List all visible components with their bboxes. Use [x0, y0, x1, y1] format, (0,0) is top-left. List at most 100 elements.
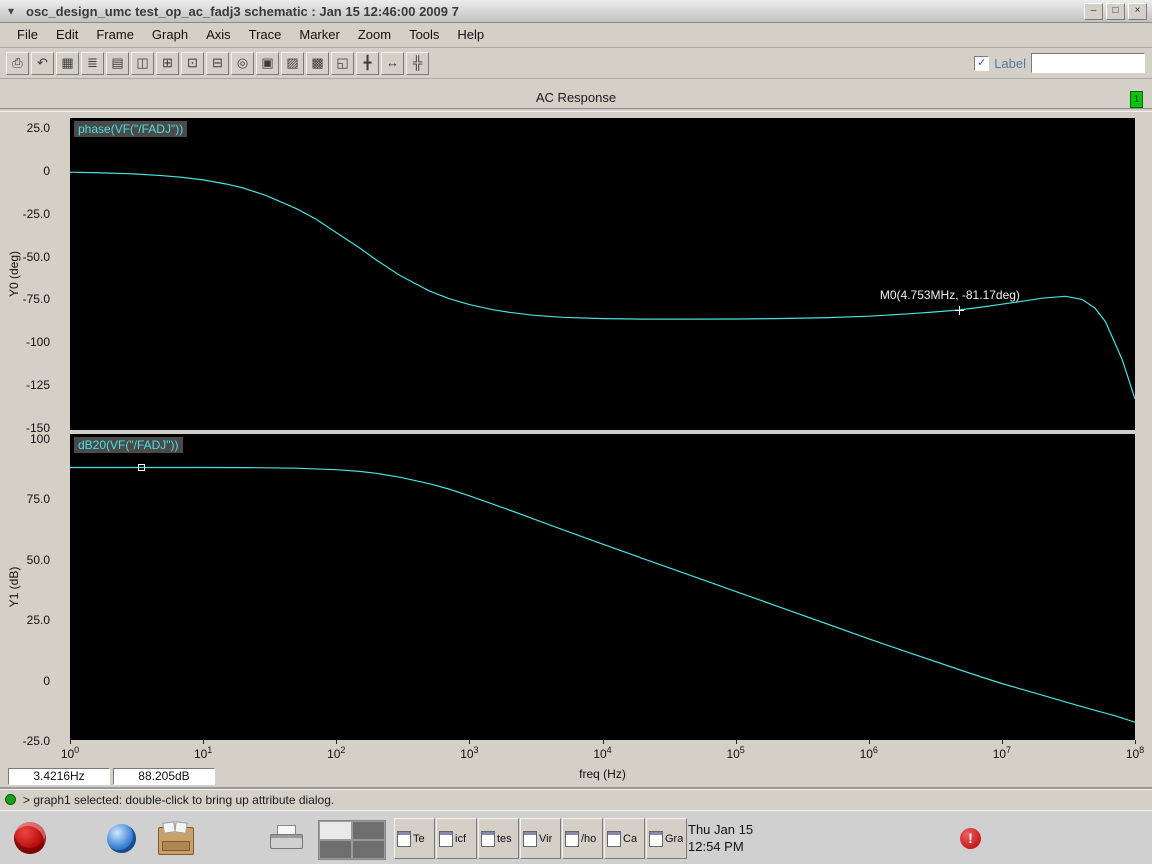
window-icon [649, 830, 663, 847]
x-tick-mark [70, 740, 71, 744]
menu-help[interactable]: Help [448, 25, 493, 44]
workspace-3[interactable] [319, 840, 352, 859]
task-button-list: Te icf tes Vir/ho Ca Gra [394, 818, 687, 859]
close-button[interactable]: × [1128, 2, 1147, 20]
phase-plot-panel[interactable]: phase(VF("/FADJ")) M0(4.753MHz, -81.17de… [70, 118, 1135, 430]
task-button-label: Ca [623, 832, 638, 845]
task-button-vir[interactable]: Vir [520, 818, 561, 859]
taskbar: Te icf tes Vir/ho Ca Gra Thu Jan 15 12:54 PM … [0, 810, 1152, 864]
shaded-graph-icon[interactable]: ▨ [281, 52, 304, 75]
printer-icon[interactable] [270, 825, 303, 853]
y-tick-label: 75.0 [26, 492, 50, 507]
titlebar[interactable]: ▾ osc_design_umc test_op_ac_fadj3 schema… [0, 0, 1152, 23]
menu-file[interactable]: File [8, 25, 47, 44]
redhat-menu-icon[interactable] [14, 822, 46, 854]
task-button-ca[interactable]: Ca [604, 818, 645, 859]
x-tick-label-10e3: 103 [460, 745, 479, 761]
alert-icon[interactable]: ! [960, 828, 981, 849]
trace-cursor-icon[interactable]: ◎ [231, 52, 254, 75]
menu-graph[interactable]: Graph [143, 25, 197, 44]
application-window: ▾ osc_design_umc test_op_ac_fadj3 schema… [0, 0, 1152, 864]
task-button-label: tes [497, 832, 512, 845]
window-icon [565, 830, 579, 847]
overlay-mode-icon[interactable]: ▤ [106, 52, 129, 75]
y-tick-label: 0 [43, 163, 50, 178]
task-button-gra[interactable]: Gra [646, 818, 687, 859]
minimize-button[interactable]: – [1084, 2, 1103, 20]
label-checkbox[interactable]: ✓ [974, 55, 990, 71]
window-menu-icon[interactable]: ▾ [0, 4, 22, 18]
trace-label-phase[interactable]: phase(VF("/FADJ")) [74, 121, 188, 137]
zoom-fit-icon[interactable]: ◱ [331, 52, 354, 75]
taskbar-clock[interactable]: Thu Jan 15 12:54 PM [688, 821, 753, 855]
task-button-label: icf [455, 832, 466, 845]
workspace-pager[interactable] [318, 820, 386, 860]
web-browser-icon[interactable] [107, 824, 136, 853]
x-tick-label-10e8: 108 [1125, 745, 1145, 761]
dark-graph-icon[interactable]: ▩ [306, 52, 329, 75]
workspace-2[interactable] [352, 821, 385, 840]
x-tick-label-10e1: 101 [193, 745, 213, 761]
printer-body-icon [270, 834, 303, 849]
task-button-ho[interactable]: /ho [562, 818, 603, 859]
task-button-icf[interactable]: icf [436, 818, 477, 859]
y-tick-label: 0 [43, 673, 50, 688]
menu-zoom[interactable]: Zoom [349, 25, 400, 44]
y-tick-label: -100 [25, 335, 50, 350]
new-graph-icon[interactable]: ⊞ [156, 52, 179, 75]
zoom-xy-icon[interactable]: ╬ [406, 52, 429, 75]
x-tick-label-10e6: 106 [859, 745, 878, 761]
grid-toggle-icon[interactable]: ▦ [56, 52, 79, 75]
x-tick-mark [336, 740, 338, 744]
task-button-label: Vir [539, 832, 553, 845]
maximize-button[interactable]: □ [1106, 2, 1125, 20]
clock-date: Thu Jan 15 [688, 822, 754, 837]
window-icon [607, 830, 621, 847]
x-tick-label-10e5: 105 [726, 745, 745, 761]
window-title: osc_design_umc test_op_ac_fadj3 schemati… [26, 3, 459, 19]
subwindow-icon[interactable]: ◫ [131, 52, 154, 75]
label-input[interactable] [1031, 53, 1145, 73]
freeze-icon[interactable]: ▣ [256, 52, 279, 75]
window-icon [439, 830, 453, 847]
x-tick-mark [735, 740, 737, 744]
zoom-x-icon[interactable]: ↔ [381, 52, 404, 75]
print-icon[interactable]: ⎙ [6, 52, 29, 75]
strip-mode-icon[interactable]: ≣ [81, 52, 104, 75]
trace-label-db20[interactable]: dB20(VF("/FADJ")) [74, 437, 183, 453]
drawer-icon [162, 841, 190, 851]
y-tick-label: -125 [25, 378, 50, 393]
db-point-marker[interactable] [138, 464, 146, 472]
task-button-label: Te [413, 832, 425, 845]
toolbar-icons: ⎙ ↶ ▦ ≣ ▤ ◫ ⊞ ⊡ ⊟ ◎ ▣ ▨ ▩ ◱ ╋ ↔ ╬ [6, 52, 429, 75]
db-curve [70, 466, 1135, 723]
delete-trace-icon[interactable]: ⊟ [206, 52, 229, 75]
x-axis-label: freq (Hz) [579, 767, 626, 781]
task-button-tes[interactable]: tes [478, 818, 519, 859]
x-readout: 3.4216Hz [8, 768, 110, 785]
menu-edit[interactable]: Edit [47, 25, 87, 44]
phase-curve [70, 171, 1135, 400]
x-tick-mark [1135, 740, 1136, 744]
pan-icon[interactable]: ╋ [356, 52, 379, 75]
copy-graph-icon[interactable]: ⊡ [181, 52, 204, 75]
workspace-1[interactable] [319, 821, 352, 840]
menu-frame[interactable]: Frame [87, 25, 143, 44]
marker-m0[interactable] [954, 306, 964, 315]
x-tick-label-10e2: 102 [327, 745, 346, 761]
file-manager-icon[interactable] [158, 821, 194, 855]
page-indicator[interactable]: 1 [1130, 91, 1143, 108]
db-plot-panel[interactable]: dB20(VF("/FADJ")) [70, 434, 1135, 740]
task-button-te[interactable]: Te [394, 818, 435, 859]
cursor-readouts: 3.4216Hz 88.205dB [8, 768, 215, 785]
label-checkbox-label: Label [994, 55, 1026, 71]
x-tick-label-10e0: 100 [60, 745, 80, 761]
menu-tools[interactable]: Tools [400, 25, 448, 44]
workspace-4[interactable] [352, 840, 385, 859]
undo-icon[interactable]: ↶ [31, 52, 54, 75]
menu-trace[interactable]: Trace [240, 25, 291, 44]
window-icon [523, 830, 537, 847]
menu-marker[interactable]: Marker [290, 25, 348, 44]
menu-axis[interactable]: Axis [197, 25, 240, 44]
task-button-label: Gra [665, 832, 684, 845]
